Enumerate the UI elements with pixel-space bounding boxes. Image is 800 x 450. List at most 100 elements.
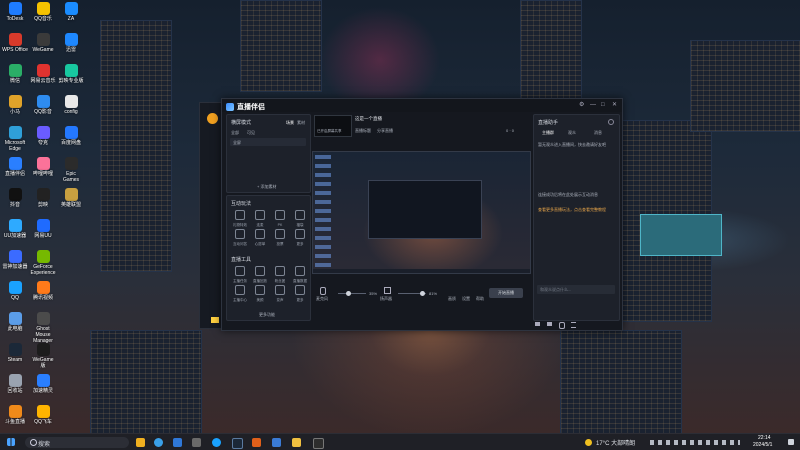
qq-icon[interactable] xyxy=(212,438,221,447)
steam-icon[interactable] xyxy=(232,438,243,449)
stream-title-meta[interactable]: 直播标题 xyxy=(355,128,371,134)
add-source-button[interactable]: + 添加素材 xyxy=(257,184,276,190)
maximize-icon[interactable]: □ xyxy=(601,102,607,108)
desktop-shortcut[interactable]: 斗鱼直播 xyxy=(2,405,28,425)
close-icon[interactable]: ✕ xyxy=(612,102,618,108)
desktop-shortcut[interactable]: ToDesk xyxy=(2,2,28,22)
microphone-icon[interactable] xyxy=(320,287,326,295)
desktop-shortcut[interactable]: QQ音乐 xyxy=(30,2,56,22)
desktop-shortcut[interactable]: 直播伴侣 xyxy=(2,157,28,177)
filter-all[interactable]: 全部 xyxy=(231,130,239,136)
refresh-icon[interactable] xyxy=(608,119,614,125)
pin-icon[interactable] xyxy=(211,317,219,323)
minimize-icon[interactable]: — xyxy=(590,102,596,108)
desktop-shortcut[interactable]: WeGame xyxy=(30,33,56,53)
desktop-shortcut[interactable]: 剪映专业版 xyxy=(58,64,84,84)
desktop-shortcut[interactable]: 网易云音乐 xyxy=(30,64,56,84)
source-item[interactable]: 全屏 xyxy=(230,138,306,146)
assistant-tab[interactable]: 主播群 xyxy=(542,130,554,136)
clock-time[interactable]: 22:14 xyxy=(758,435,771,441)
system-tray-icons[interactable] xyxy=(650,440,740,445)
menu-icon[interactable] xyxy=(571,322,576,328)
tab-scene[interactable]: 场景 xyxy=(286,120,294,126)
taskbar-search-box[interactable]: 搜索 xyxy=(25,437,129,448)
desktop-shortcut[interactable]: Epic Games xyxy=(58,157,84,183)
tutorial-link[interactable]: 查看更多直播玩法，点击查看完整教程 xyxy=(538,207,614,212)
tool-button[interactable]: 礼物特效 xyxy=(230,210,250,228)
desktop-shortcut[interactable]: 加速精灵 xyxy=(30,374,56,394)
tool-button[interactable]: 连麦 xyxy=(250,210,270,228)
quality-button[interactable]: 画质 xyxy=(448,296,456,302)
stream-title[interactable]: 这是一个直播 xyxy=(355,116,382,122)
desktop-shortcut[interactable]: QQ xyxy=(2,281,28,301)
tool-button[interactable]: 主播任务 xyxy=(230,266,250,284)
edge-browser-icon[interactable] xyxy=(154,438,163,447)
share-stream-link[interactable]: 分享直播 xyxy=(377,128,393,134)
tool-button[interactable]: 福袋 xyxy=(290,210,310,228)
tool-button[interactable]: PK xyxy=(270,210,290,228)
tool-button[interactable]: 投票 xyxy=(270,229,290,247)
share-icon[interactable] xyxy=(547,322,552,326)
desktop-shortcut[interactable]: config xyxy=(58,95,84,115)
desktop-shortcut[interactable]: UU加速器 xyxy=(2,219,28,239)
desktop-shortcut[interactable]: 剪映 xyxy=(30,188,56,208)
tool-button[interactable]: 美颜 xyxy=(250,285,270,303)
desktop-shortcut[interactable]: 回收站 xyxy=(2,374,28,394)
file-explorer-icon[interactable] xyxy=(136,438,145,447)
desktop-shortcut[interactable]: 夸克 xyxy=(30,126,56,146)
tool-button[interactable]: 直播数据 xyxy=(290,266,310,284)
mic-volume-slider[interactable] xyxy=(338,291,366,296)
desktop-shortcut[interactable]: WPS Office xyxy=(2,33,28,53)
desktop-shortcut[interactable]: 此电脑 xyxy=(2,312,28,332)
stream-preview[interactable] xyxy=(312,151,531,274)
tool-button[interactable]: 直播回放 xyxy=(250,266,270,284)
live-companion-taskbar-icon[interactable] xyxy=(252,438,261,447)
notification-icon[interactable] xyxy=(788,439,794,445)
more-features-link[interactable]: 更多功能 xyxy=(259,312,275,318)
tool-button[interactable]: 主播中心 xyxy=(230,285,250,303)
tool-button[interactable]: 更多 xyxy=(290,229,310,247)
desktop-shortcut[interactable]: 英雄联盟 xyxy=(58,188,84,208)
app-l-icon[interactable] xyxy=(292,438,301,447)
desktop-shortcut[interactable]: 哔哩哔哩 xyxy=(30,157,56,177)
chat-input[interactable]: 和观众说点什么... xyxy=(537,285,615,294)
desktop-shortcut[interactable]: Microsoft Edge xyxy=(2,126,28,152)
scene-mode-header[interactable]: 横屏模式 xyxy=(231,119,251,126)
desktop-shortcut[interactable]: 迅雷 xyxy=(58,33,84,53)
mic-toggle-icon[interactable] xyxy=(559,322,565,329)
tool-button[interactable]: 互动问答 xyxy=(230,229,250,247)
speaker-volume-slider[interactable] xyxy=(398,291,426,296)
start-live-button[interactable]: 开始直播 xyxy=(489,288,523,298)
app-g-icon[interactable] xyxy=(192,438,201,447)
speaker-icon[interactable] xyxy=(384,287,391,294)
desktop-shortcut[interactable]: ZA xyxy=(58,2,84,22)
chat-icon[interactable] xyxy=(535,322,540,326)
desktop-shortcut[interactable]: 微信 xyxy=(2,64,28,84)
desktop-shortcut[interactable]: QQ影音 xyxy=(30,95,56,115)
settings-button[interactable]: 设置 xyxy=(462,296,470,302)
tool-button[interactable]: 变声 xyxy=(270,285,290,303)
desktop-shortcut[interactable]: 雷神加速器 xyxy=(2,250,28,270)
windows-start-icon[interactable] xyxy=(7,438,15,446)
desktop-shortcut[interactable]: QQ飞车 xyxy=(30,405,56,425)
desktop-shortcut[interactable]: Ghost Mouse Manager xyxy=(30,312,56,344)
desktop-shortcut[interactable]: 腾讯视频 xyxy=(30,281,56,301)
desktop-shortcut[interactable]: 网易UU xyxy=(30,219,56,239)
app-shield-icon[interactable] xyxy=(272,438,281,447)
clock-date[interactable]: 2024/5/1 xyxy=(753,442,772,448)
title-bar[interactable]: 直播伴侣 ⚙ — □ ✕ xyxy=(222,99,622,112)
tool-button[interactable]: 更多 xyxy=(290,285,310,303)
help-button[interactable]: 帮助 xyxy=(476,296,484,302)
desktop-shortcut[interactable]: WeGame版 xyxy=(30,343,56,369)
desktop-shortcut[interactable]: GeForce Experience xyxy=(30,250,56,276)
assistant-tab[interactable]: 观众 xyxy=(568,130,576,136)
desktop-shortcut[interactable]: 百度网盘 xyxy=(58,126,84,146)
settings-icon[interactable]: ⚙ xyxy=(579,102,585,108)
tab-material[interactable]: 素材 xyxy=(297,120,305,126)
cover-thumbnail[interactable]: 已开启屏幕共享 xyxy=(314,115,352,137)
app-window-icon[interactable] xyxy=(313,438,324,449)
tool-button[interactable]: 心愿单 xyxy=(250,229,270,247)
filter-visible[interactable]: 可见 xyxy=(247,130,255,136)
assistant-tab[interactable]: 消息 xyxy=(594,130,602,136)
store-icon[interactable] xyxy=(173,438,182,447)
